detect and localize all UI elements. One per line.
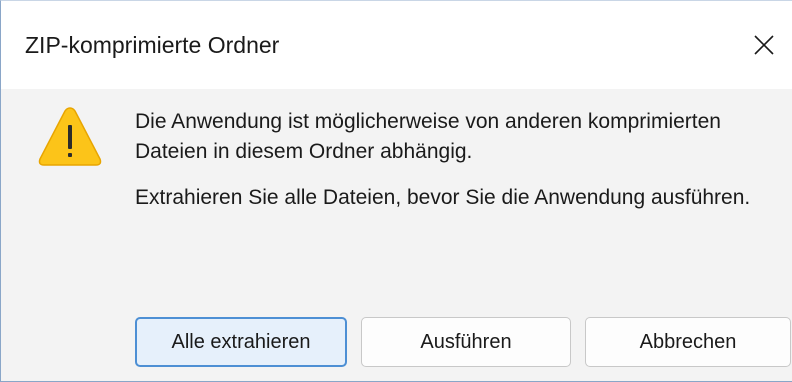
cancel-button[interactable]: Abbrechen xyxy=(585,317,791,367)
extract-all-button[interactable]: Alle extrahieren xyxy=(135,317,347,367)
close-button[interactable] xyxy=(741,23,787,67)
warning-icon xyxy=(38,107,102,166)
dialog-message: Die Anwendung ist möglicherweise von and… xyxy=(135,107,755,213)
close-icon xyxy=(754,35,774,55)
message-instruction: Extrahieren Sie alle Dateien, bevor Sie … xyxy=(135,186,751,209)
dialog-title: ZIP-komprimierte Ordner xyxy=(25,32,280,58)
run-button[interactable]: Ausführen xyxy=(361,317,571,367)
title-bar: ZIP-komprimierte Ordner xyxy=(1,1,792,89)
message-dependency: Die Anwendung ist möglicherweise von and… xyxy=(135,110,721,163)
zip-dialog: ZIP-komprimierte Ordner Die Anwendung is… xyxy=(0,0,792,382)
